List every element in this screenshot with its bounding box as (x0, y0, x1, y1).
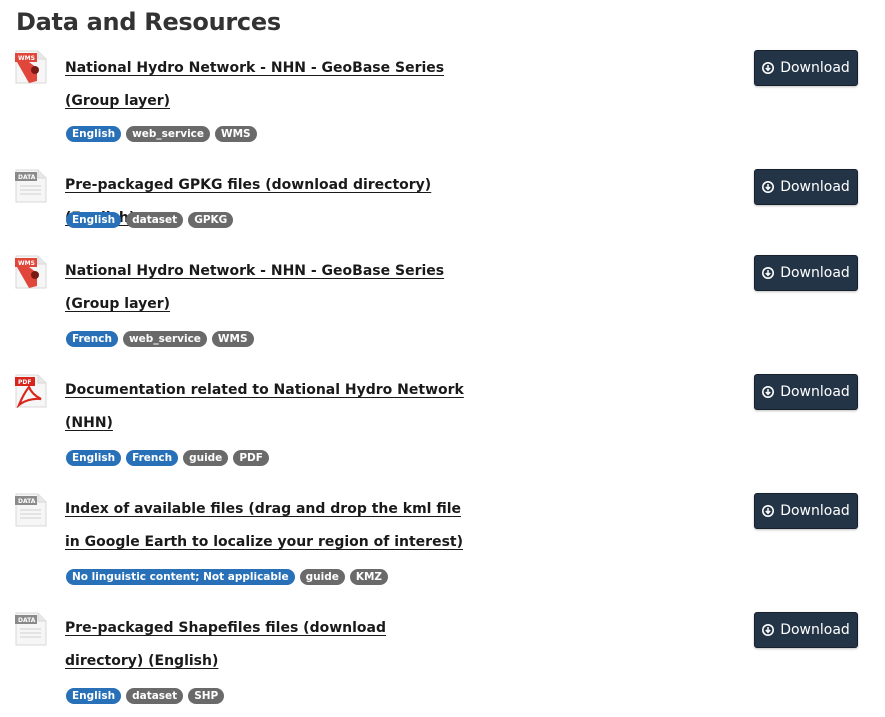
resource-title-link[interactable]: National Hydro Network - NHN - GeoBase S… (65, 52, 465, 118)
language-badge: French (126, 450, 179, 466)
download-label: Download (780, 622, 850, 638)
download-button[interactable]: Download (754, 255, 858, 291)
resource-title-link[interactable]: Index of available files (drag and drop … (65, 493, 465, 559)
wms-file-icon: WMS (15, 50, 47, 84)
section-title: Data and Resources (16, 8, 281, 36)
download-icon (762, 62, 775, 74)
format-badge: KMZ (349, 569, 389, 585)
type-badge: dataset (126, 688, 184, 704)
badge-list: English French guide PDF (66, 450, 269, 466)
format-badge: WMS (211, 331, 254, 347)
icon-label: WMS (18, 55, 35, 62)
icon-label: PDF (18, 379, 31, 386)
type-badge: web_service (126, 126, 211, 142)
resource-title-link[interactable]: National Hydro Network - NHN - GeoBase S… (65, 255, 465, 321)
icon-label: DATA (18, 174, 36, 181)
language-badge: English (66, 212, 122, 228)
icon-label: DATA (18, 498, 36, 505)
language-badge: French (66, 331, 118, 347)
download-label: Download (780, 503, 850, 519)
resource-title-link[interactable]: Pre-packaged Shapefiles files (download … (65, 612, 465, 678)
format-badge: SHP (188, 688, 225, 704)
download-button[interactable]: Download (754, 169, 858, 205)
badge-list: English dataset SHP (66, 688, 225, 704)
resource-title-link[interactable]: Documentation related to National Hydro … (65, 374, 465, 440)
data-file-icon: DATA (15, 169, 47, 203)
type-badge: guide (299, 569, 345, 585)
download-button[interactable]: Download (754, 493, 858, 529)
badge-list: English web_service WMS (66, 126, 257, 142)
download-icon (762, 267, 775, 279)
badge-list: No linguistic content; Not applicable gu… (66, 569, 389, 585)
language-badge: English (66, 450, 122, 466)
download-icon (762, 181, 775, 193)
icon-label: DATA (18, 617, 36, 624)
data-file-icon: DATA (15, 612, 47, 646)
type-badge: guide (183, 450, 229, 466)
type-badge: dataset (126, 212, 184, 228)
download-icon (762, 386, 775, 398)
data-file-icon: DATA (15, 493, 47, 527)
download-button[interactable]: Download (754, 612, 858, 648)
language-badge: English (66, 126, 122, 142)
badge-list: English dataset GPKG (66, 212, 234, 228)
pdf-file-icon: PDF (15, 374, 47, 409)
badge-list: French web_service WMS (66, 331, 254, 347)
download-button[interactable]: Download (754, 50, 858, 86)
download-label: Download (780, 179, 850, 195)
language-badge: English (66, 688, 122, 704)
download-button[interactable]: Download (754, 374, 858, 410)
download-label: Download (780, 60, 850, 76)
wms-file-icon: WMS (15, 255, 47, 289)
download-label: Download (780, 265, 850, 281)
format-badge: PDF (233, 450, 269, 466)
format-badge: GPKG (188, 212, 234, 228)
download-icon (762, 505, 775, 517)
download-icon (762, 624, 775, 636)
format-badge: WMS (215, 126, 257, 142)
icon-label: WMS (18, 260, 35, 267)
language-badge: No linguistic content; Not applicable (66, 569, 295, 585)
download-label: Download (780, 384, 850, 400)
type-badge: web_service (122, 331, 207, 347)
